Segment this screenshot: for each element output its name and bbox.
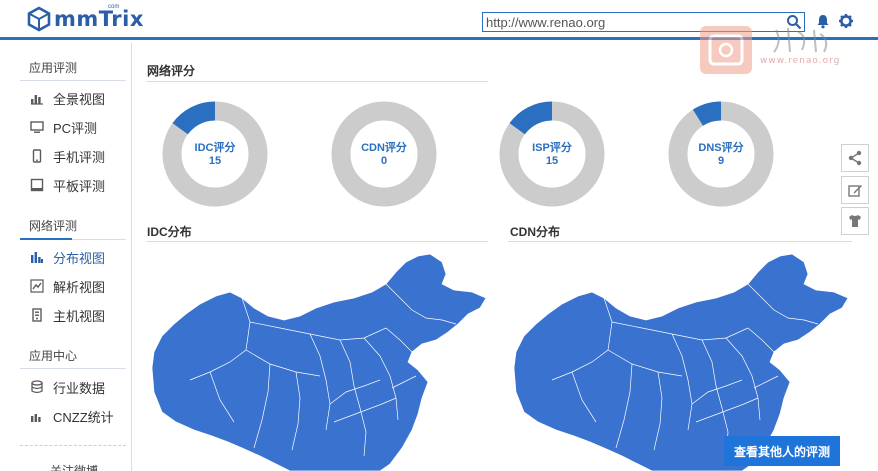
- sidebar-item-label: 分布视图: [53, 250, 106, 266]
- isp-donut-slice: [509, 101, 553, 135]
- watermark: www.renao.org: [698, 22, 858, 78]
- view-others-evaluation-button[interactable]: 查看其他人的评测: [724, 436, 840, 466]
- sidebar-item-label: PC评测: [53, 120, 98, 136]
- logo-sub: com: [108, 4, 120, 10]
- footer-divider: [20, 445, 126, 446]
- stats-icon: [31, 414, 41, 422]
- sidebar-section-title: 网络评测: [29, 219, 78, 233]
- sidebar-item-label: 主机视图: [53, 308, 106, 324]
- sidebar-item-label: CNZZ统计: [53, 409, 114, 425]
- idc-distribution-title: IDC分布: [147, 225, 192, 239]
- tshirt-icon: [849, 215, 861, 227]
- sidebar-item-overview[interactable]: 全景视图: [20, 86, 128, 110]
- sidebar-item-tablet[interactable]: 平板评测: [20, 173, 128, 197]
- dns-score-label: DNS评分 9: [667, 142, 775, 168]
- dns-donut-slice: [692, 101, 722, 126]
- idc-donut-slice: [172, 101, 216, 135]
- sidebar-item-label: 平板评测: [53, 178, 106, 194]
- bar-chart-icon: [31, 95, 43, 105]
- sidebar-item-industry-data[interactable]: 行业数据: [20, 375, 128, 399]
- score-value: 15: [545, 155, 559, 167]
- cdn-distribution-title: CDN分布: [510, 225, 560, 239]
- logo-text: mmTrix: [54, 7, 144, 31]
- sidebar-item-label: 行业数据: [53, 380, 106, 396]
- sidebar-item-host[interactable]: 主机视图: [20, 303, 128, 327]
- sidebar-item-cnzz[interactable]: CNZZ统计: [20, 404, 128, 428]
- watermark-text: www.renao.org: [760, 56, 841, 66]
- section-divider: [20, 80, 126, 81]
- score-name: IDC评分: [194, 142, 236, 154]
- score-name: CDN评分: [361, 142, 407, 154]
- sidebar-item-label: 手机评测: [53, 149, 106, 165]
- sidebar-section-title: 应用评测: [29, 61, 78, 75]
- distribution-icon: [31, 252, 43, 263]
- tshirt-button[interactable]: [841, 207, 869, 235]
- sidebar-item-mobile[interactable]: 手机评测: [20, 144, 128, 168]
- edit-button[interactable]: [841, 176, 869, 204]
- sidebar: 应用评测 全景视图 PC评测 手机评测 平板评测 网络评测 分布视图 解析视图 …: [0, 43, 132, 471]
- logo[interactable]: mmTrix: [26, 4, 144, 34]
- section-rule: [146, 241, 488, 242]
- follow-weibo-link[interactable]: 关注微博: [50, 462, 98, 471]
- section-rule: [508, 241, 852, 242]
- phone-icon: [32, 149, 42, 163]
- sidebar-section-title: 应用中心: [29, 349, 78, 363]
- database-icon: [31, 380, 43, 394]
- monitor-icon: [30, 121, 44, 133]
- watermark-logo-icon: [700, 26, 828, 74]
- sidebar-item-label: 全景视图: [53, 91, 106, 107]
- cdn-score-label: CDN评分 0: [330, 142, 438, 168]
- score-name: ISP评分: [532, 142, 572, 154]
- network-score-title: 网络评分: [147, 64, 196, 78]
- idc-distribution-map[interactable]: [150, 252, 492, 471]
- active-section-indicator: [20, 238, 72, 240]
- share-icon: [848, 150, 862, 166]
- sidebar-item-label: 解析视图: [53, 279, 106, 295]
- idc-score-label: IDC评分 15: [161, 142, 269, 168]
- tablet-icon: [30, 178, 44, 192]
- section-rule: [146, 81, 488, 82]
- isp-score-label: ISP评分 15: [498, 142, 606, 168]
- edit-icon: [848, 185, 862, 197]
- score-value: 15: [208, 155, 222, 167]
- cube-logo-icon: [27, 6, 51, 32]
- sidebar-item-resolve[interactable]: 解析视图: [20, 274, 128, 298]
- sidebar-item-pc[interactable]: PC评测: [20, 115, 128, 139]
- line-chart-icon: [30, 279, 44, 293]
- sidebar-item-distribution[interactable]: 分布视图: [20, 245, 128, 269]
- score-value: 0: [380, 155, 388, 167]
- score-value: 9: [717, 155, 725, 167]
- server-icon: [32, 308, 42, 322]
- score-name: DNS评分: [698, 142, 744, 154]
- share-button[interactable]: [841, 144, 869, 172]
- section-divider: [20, 368, 126, 369]
